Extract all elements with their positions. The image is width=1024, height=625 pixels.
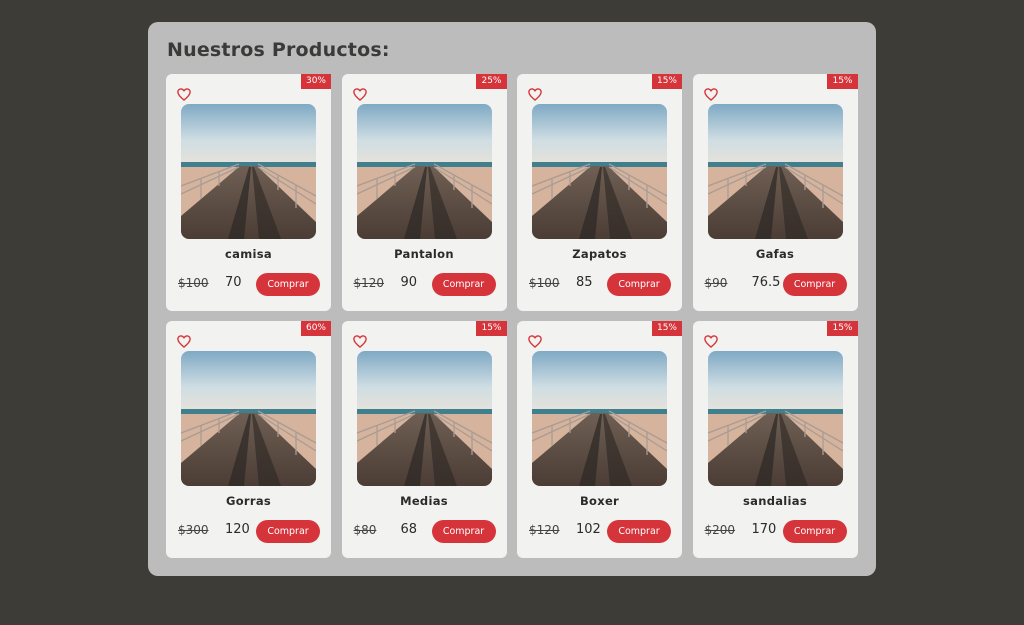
product-card-3: 15% Gafas $90 76.5 Comprar: [692, 74, 858, 311]
discounted-price: 68: [400, 522, 418, 537]
discount-badge: 15%: [827, 74, 858, 89]
product-name: Gafas: [755, 247, 795, 261]
heart-outline-icon[interactable]: [703, 335, 718, 348]
heart-outline-icon[interactable]: [703, 88, 718, 101]
discount-badge: 15%: [827, 321, 858, 336]
heart-outline-icon[interactable]: [177, 335, 191, 348]
product-name: Zapatos: [572, 247, 627, 261]
discount-badge: 30%: [300, 74, 331, 89]
heart-outline-icon[interactable]: [352, 88, 367, 101]
discounted-price: 90: [400, 275, 418, 290]
discounted-price: 85: [576, 275, 593, 290]
product-card-2: 15% Zapatos $100 85 Comprar: [517, 74, 682, 311]
discounted-price: 170: [751, 522, 777, 537]
original-price: $80: [353, 523, 377, 537]
product-image: [356, 104, 492, 239]
product-grid: 30% camisa $100 70 Comprar 25% Pantalon …: [166, 74, 858, 558]
original-price: $200: [704, 523, 736, 537]
buy-button[interactable]: Comprar: [607, 273, 671, 296]
discounted-price: 76.5: [751, 275, 781, 290]
product-name: Pantalon: [394, 247, 454, 261]
product-image: [707, 104, 843, 239]
discount-badge: 15%: [476, 321, 507, 336]
heart-outline-icon[interactable]: [528, 335, 542, 348]
buy-button[interactable]: Comprar: [256, 520, 320, 543]
product-card-4: 60% Gorras $300 120 Comprar: [166, 321, 331, 558]
original-price: $120: [529, 523, 560, 537]
product-name: camisa: [225, 247, 272, 261]
original-price: $100: [178, 276, 209, 290]
product-image: [707, 351, 843, 486]
heart-outline-icon[interactable]: [352, 335, 367, 348]
product-card-6: 15% Boxer $120 102 Comprar: [517, 321, 682, 558]
buy-button[interactable]: Comprar: [256, 273, 320, 296]
product-name: sandalias: [743, 494, 807, 508]
section-title: Nuestros Productos:: [167, 39, 390, 61]
original-price: $120: [353, 276, 385, 290]
product-card-1: 25% Pantalon $120 90 Comprar: [341, 74, 507, 311]
original-price: $100: [529, 276, 560, 290]
products-panel: Nuestros Productos: 30% camisa $100 70 C…: [148, 22, 876, 576]
discount-badge: 60%: [300, 321, 331, 336]
discount-badge: 15%: [651, 321, 682, 336]
discounted-price: 70: [225, 275, 242, 290]
discount-badge: 15%: [651, 74, 682, 89]
heart-outline-icon[interactable]: [528, 88, 542, 101]
product-card-7: 15% sandalias $200 170 Comprar: [692, 321, 858, 558]
product-card-5: 15% Medias $80 68 Comprar: [341, 321, 507, 558]
discounted-price: 102: [576, 522, 601, 537]
discounted-price: 120: [225, 522, 250, 537]
buy-button[interactable]: Comprar: [431, 273, 496, 296]
product-image: [532, 351, 667, 486]
product-image: [181, 351, 316, 486]
discount-badge: 25%: [476, 74, 507, 89]
product-name: Medias: [400, 494, 448, 508]
product-image: [532, 104, 667, 239]
product-name: Gorras: [225, 494, 272, 508]
product-image: [356, 351, 492, 486]
product-card-0: 30% camisa $100 70 Comprar: [166, 74, 331, 311]
buy-button[interactable]: Comprar: [782, 520, 847, 543]
product-image: [181, 104, 316, 239]
buy-button[interactable]: Comprar: [782, 273, 847, 296]
buy-button[interactable]: Comprar: [431, 520, 496, 543]
heart-outline-icon[interactable]: [177, 88, 191, 101]
original-price: $300: [178, 523, 209, 537]
buy-button[interactable]: Comprar: [607, 520, 671, 543]
original-price: $90: [704, 276, 728, 290]
product-name: Boxer: [579, 494, 620, 508]
